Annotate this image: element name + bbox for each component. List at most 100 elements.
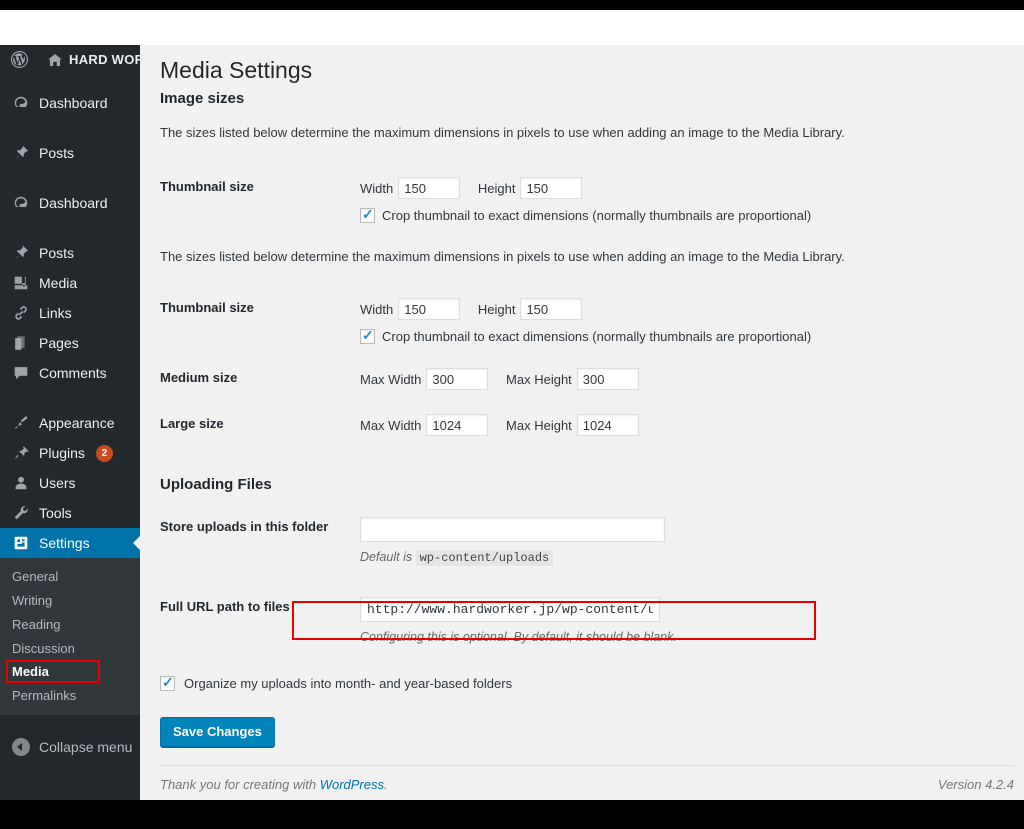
sidebar-item-label: Media: [39, 275, 78, 291]
admin-footer: Thank you for creating with WordPress. V…: [160, 765, 1014, 792]
submenu-item-permalinks[interactable]: Permalinks: [0, 683, 140, 707]
upload-path-default-code: wp-content/uploads: [415, 550, 554, 566]
tools-wrench-icon: [12, 504, 30, 522]
sidebar-item-tools[interactable]: Tools: [0, 498, 140, 528]
sidebar-item-settings[interactable]: Settings: [0, 528, 140, 558]
sidebar-item-posts-1[interactable]: Posts: [0, 138, 140, 168]
main-content-area: Media Settings Image sizes The sizes lis…: [140, 45, 1024, 800]
image-sizes-heading: Image sizes: [160, 90, 245, 107]
sidebar-item-links[interactable]: Links: [0, 298, 140, 328]
wordpress-logo-menu[interactable]: [0, 45, 38, 74]
table-row: Full URL path to files Configuring this …: [160, 577, 1000, 656]
admin-sidebar-menu: Dashboard Posts Dashboard Posts Media Li…: [0, 74, 140, 800]
thumbnail-size-label: Thumbnail size: [160, 300, 254, 315]
sidebar-item-label: Posts: [39, 145, 75, 161]
sidebar-item-pages[interactable]: Pages: [0, 328, 140, 358]
full-url-path-hint: Configuring this is optional. By default…: [360, 630, 677, 644]
dashboard-icon: [12, 94, 30, 112]
plugins-update-badge: 2: [95, 444, 113, 462]
thumbnail-width-input[interactable]: [398, 298, 461, 320]
submenu-item-discussion[interactable]: Discussion: [0, 636, 140, 660]
comment-bubble-icon: [12, 364, 30, 382]
sidebar-item-dashboard-1[interactable]: Dashboard: [0, 88, 140, 118]
thumbnail-height-input[interactable]: [520, 177, 583, 199]
upload-path-hint: Default is wp-content/uploads: [360, 550, 990, 566]
footer-version: Version 4.2.4: [937, 777, 1014, 792]
thumbnail-width-input[interactable]: [398, 177, 461, 199]
crop-thumbnail-row: Crop thumbnail to exact dimensions (norm…: [360, 327, 990, 344]
thumbnail-width-label: Width: [360, 301, 394, 317]
medium-max-height-input[interactable]: [576, 368, 639, 390]
sidebar-item-media[interactable]: Media: [0, 268, 140, 298]
thumbnail-width-label: Width: [360, 180, 394, 196]
thumbnail-height-label: Height: [477, 180, 516, 196]
sidebar-item-dashboard-2[interactable]: Dashboard: [0, 188, 140, 218]
upload-path-input[interactable]: [360, 517, 665, 542]
sidebar-item-label: Settings: [39, 535, 90, 551]
dashboard-icon: [12, 194, 30, 212]
footer-thanks-suffix: .: [384, 777, 388, 792]
full-url-path-input[interactable]: [360, 597, 660, 622]
uploading-files-heading: Uploading Files: [160, 476, 272, 493]
submenu-item-media[interactable]: Media: [6, 660, 100, 683]
frame-bottom-band: [0, 800, 1024, 829]
sidebar-item-label: Dashboard: [39, 95, 108, 111]
store-uploads-label: Store uploads in this folder: [160, 519, 329, 534]
submenu-item-reading[interactable]: Reading: [0, 612, 140, 636]
crop-thumbnail-label: Crop thumbnail to exact dimensions (norm…: [382, 329, 812, 344]
thumbnail-height-label: Height: [477, 301, 516, 317]
sidebar-item-label: Plugins: [39, 445, 85, 461]
submenu-item-writing[interactable]: Writing: [0, 588, 140, 612]
submenu-label: General: [12, 568, 59, 584]
medium-max-width-input[interactable]: [426, 368, 489, 390]
settings-submenu: General Writing Reading Discussion Media…: [0, 558, 140, 715]
frame-top-band: [0, 0, 1024, 10]
submenu-label: Discussion: [12, 640, 75, 656]
crop-thumbnail-label: Crop thumbnail to exact dimensions (norm…: [382, 208, 812, 223]
plugins-plug-icon: [12, 444, 30, 462]
sidebar-item-posts-2[interactable]: Posts: [0, 238, 140, 268]
thumbnail-size-label: Thumbnail size: [160, 179, 254, 194]
sidebar-item-label: Tools: [39, 505, 72, 521]
thumbnail-height-input[interactable]: [520, 298, 583, 320]
organize-uploads-checkbox[interactable]: [160, 674, 175, 691]
sidebar-item-appearance[interactable]: Appearance: [0, 408, 140, 438]
crop-thumbnail-checkbox[interactable]: [360, 327, 375, 344]
table-row: Thumbnail size Width Height Crop thumbna…: [160, 286, 1000, 356]
users-icon: [12, 474, 30, 492]
large-max-width-input[interactable]: [426, 414, 489, 436]
submenu-item-general[interactable]: General: [0, 564, 140, 588]
save-changes-button[interactable]: Save Changes: [160, 717, 275, 747]
table-row: Large size Max Width Max Height: [160, 402, 1000, 448]
large-max-width-label: Max Width: [360, 417, 422, 433]
footer-thanks: Thank you for creating with WordPress.: [160, 777, 388, 792]
submenu-label: Writing: [12, 592, 53, 608]
browser-chrome-gap: [0, 10, 1024, 45]
wordpress-link[interactable]: WordPress: [320, 777, 384, 792]
pages-icon: [12, 334, 30, 352]
organize-uploads-label: Organize my uploads into month- and year…: [184, 676, 513, 691]
crop-thumbnail-row: Crop thumbnail to exact dimensions (norm…: [360, 206, 990, 223]
large-size-label: Large size: [160, 416, 224, 431]
upload-path-hint-prefix: Default is: [360, 550, 413, 564]
crop-thumbnail-checkbox[interactable]: [360, 206, 375, 223]
image-sizes-table-top: Thumbnail size Width Height Crop thumbna…: [160, 165, 1000, 235]
menu-top-spacer: [0, 74, 140, 88]
medium-max-height-label: Max Height: [506, 371, 572, 387]
settings-gear-icon: [12, 534, 30, 552]
medium-max-width-label: Max Width: [360, 371, 422, 387]
screenshot-frame: HARD WORKER 7 0: [0, 0, 1024, 829]
sidebar-item-users[interactable]: Users: [0, 468, 140, 498]
table-row: Thumbnail size Width Height Crop thumbna…: [160, 165, 1000, 235]
media-icon: [12, 274, 30, 292]
sidebar-item-label: Links: [39, 305, 72, 321]
full-url-path-label: Full URL path to files: [160, 599, 290, 614]
organize-uploads-row: Organize my uploads into month- and year…: [160, 674, 1010, 691]
table-row: Store uploads in this folder Default is …: [160, 503, 1000, 577]
uploading-files-table: Store uploads in this folder Default is …: [160, 503, 1000, 656]
collapse-menu-button[interactable]: Collapse menu: [0, 731, 140, 763]
large-max-height-input[interactable]: [576, 414, 639, 436]
sidebar-item-plugins[interactable]: Plugins 2: [0, 438, 140, 468]
sidebar-item-label: Users: [39, 475, 76, 491]
sidebar-item-comments[interactable]: Comments: [0, 358, 140, 388]
